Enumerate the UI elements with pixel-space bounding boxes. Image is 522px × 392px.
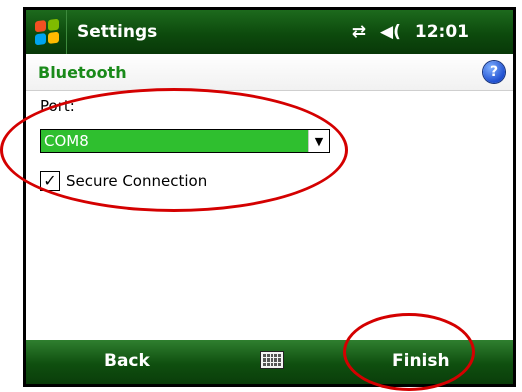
status-area[interactable]: ⇄ ◀( 12:01 bbox=[352, 10, 469, 54]
sync-arrows-icon[interactable]: ⇄ bbox=[352, 22, 366, 42]
clock[interactable]: 12:01 bbox=[415, 22, 469, 42]
help-icon[interactable]: ? bbox=[483, 61, 505, 83]
back-button[interactable]: Back bbox=[104, 351, 150, 371]
device-screen: Settings ⇄ ◀( 12:01 Bluetooth ? Port: CO… bbox=[23, 7, 516, 387]
app-title: Settings bbox=[77, 22, 158, 42]
title-bar: Settings ⇄ ◀( 12:01 bbox=[26, 10, 513, 54]
windows-logo-icon bbox=[35, 18, 59, 46]
secure-connection-checkbox[interactable]: ✓ bbox=[40, 171, 60, 191]
port-label: Port: bbox=[40, 97, 75, 115]
page-header: Bluetooth ? bbox=[26, 54, 513, 91]
secure-connection-label[interactable]: Secure Connection bbox=[66, 172, 207, 190]
port-selected-value[interactable]: COM8 bbox=[41, 130, 308, 152]
speaker-icon[interactable]: ◀( bbox=[380, 22, 401, 42]
page-title: Bluetooth bbox=[38, 62, 127, 82]
settings-content: Port: COM8 ▼ ✓ Secure Connection bbox=[26, 91, 513, 344]
keyboard-icon[interactable] bbox=[260, 351, 284, 369]
secure-connection-row[interactable]: ✓ Secure Connection bbox=[40, 171, 207, 191]
finish-button[interactable]: Finish bbox=[392, 351, 450, 371]
menu-bar: Back Finish bbox=[26, 340, 513, 384]
port-dropdown[interactable]: COM8 ▼ bbox=[40, 129, 330, 153]
start-button[interactable] bbox=[28, 10, 67, 54]
chevron-down-icon[interactable]: ▼ bbox=[308, 130, 329, 152]
